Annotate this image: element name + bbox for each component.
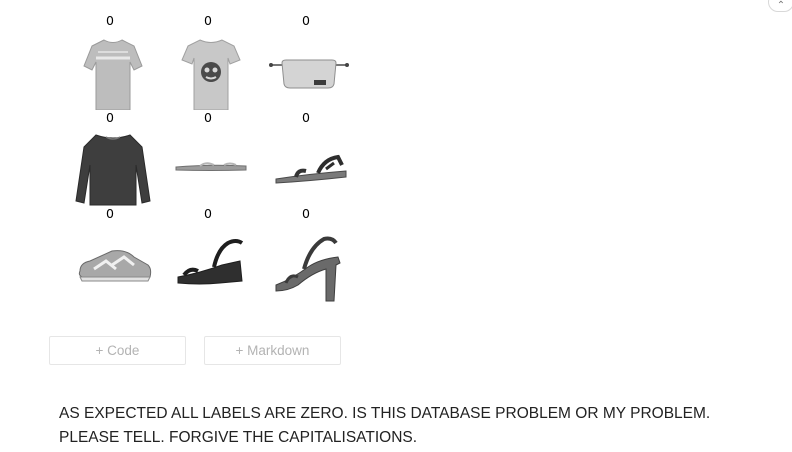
add-markdown-cell-button[interactable]: + Markdown	[204, 336, 341, 365]
sweater-icon	[75, 134, 151, 206]
cell-label: 0	[204, 110, 212, 125]
wedge-sandal-icon	[177, 239, 244, 285]
grid-cell: 0	[258, 8, 354, 104]
cell-label: 0	[106, 110, 114, 125]
heeled-sandal-icon	[275, 236, 341, 302]
tshirt-icon	[83, 39, 143, 110]
markdown-comment: AS EXPECTED ALL LABELS ARE ZERO. IS THIS…	[59, 402, 789, 450]
notebook-page: ⌃ 0 0 0 0 0 0 0 0 0 + Code + Markdown AS…	[0, 0, 792, 452]
cell-label: 0	[106, 206, 114, 221]
cell-label: 0	[106, 13, 114, 28]
cell-label: 0	[302, 110, 310, 125]
sneaker-icon	[78, 250, 152, 282]
chevron-up-icon: ⌃	[776, 0, 786, 11]
image-grid-output: 0 0 0 0 0 0 0 0 0	[58, 0, 368, 310]
grid-cell: 0	[160, 201, 256, 297]
collapse-output-button[interactable]: ⌃	[768, 0, 792, 12]
strap-sandal-icon	[275, 154, 347, 184]
grid-cell: 0	[160, 105, 256, 201]
cell-label: 0	[204, 13, 212, 28]
add-code-cell-button[interactable]: + Code	[49, 336, 186, 365]
flat-sandal-icon	[175, 162, 247, 171]
comment-line: AS EXPECTED ALL LABELS ARE ZERO. IS THIS…	[59, 405, 711, 422]
grid-cell: 0	[62, 105, 158, 206]
grid-cell: 0	[62, 201, 158, 297]
grid-cell: 0	[62, 8, 158, 110]
cell-label: 0	[302, 206, 310, 221]
comment-line: PLEASE TELL. FORGIVE THE CAPITALISATIONS…	[59, 429, 418, 446]
cell-label: 0	[302, 13, 310, 28]
grid-cell: 0	[258, 201, 354, 302]
belt-bag-icon	[269, 59, 349, 89]
cell-label: 0	[204, 206, 212, 221]
grid-cell: 0	[258, 105, 354, 201]
grid-cell: 0	[160, 8, 256, 110]
graphic-tshirt-icon	[181, 39, 241, 110]
